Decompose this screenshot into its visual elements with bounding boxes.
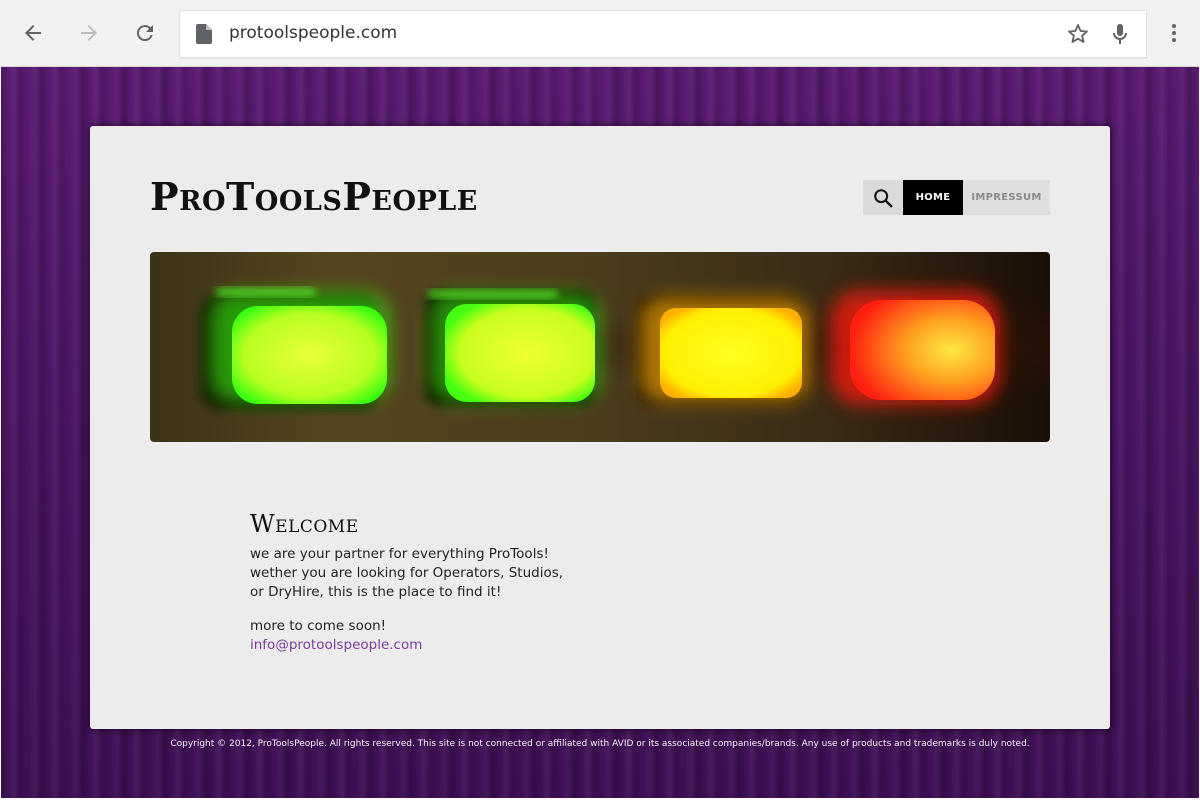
back-button[interactable] [17,17,49,49]
coming-soon-text: more to come soon! [250,618,387,634]
welcome-heading: Welcome [250,510,359,538]
mic-icon[interactable] [1108,22,1132,46]
address-bar[interactable]: protoolspeople.com [179,10,1147,58]
welcome-body: we are your partner for everything ProTo… [250,545,580,655]
site-title[interactable]: ProToolsPeople [150,174,478,219]
forward-arrow-icon [81,25,97,41]
page-viewport: ProToolsPeople HOME IMPRESSUM Welcome we… [1,67,1199,798]
reload-button[interactable] [129,17,161,49]
nav-home[interactable]: HOME [903,180,963,215]
search-button[interactable] [863,180,903,215]
led-buttons-photo [200,288,1000,410]
more-vert-icon [1172,24,1176,42]
browser-toolbar: protoolspeople.com [0,0,1200,67]
header-banner-image [150,252,1050,442]
search-icon [874,188,893,207]
nav-impressum[interactable]: IMPRESSUM [963,180,1050,215]
main-nav: HOME IMPRESSUM [863,180,1050,215]
page-icon [196,24,212,44]
reload-icon [136,25,153,42]
welcome-paragraph: we are your partner for everything ProTo… [250,546,564,600]
forward-button[interactable] [73,17,105,49]
star-icon[interactable] [1066,22,1090,46]
browser-menu-button[interactable] [1162,17,1186,49]
footer-copyright: Copyright © 2012, ProToolsPeople. All ri… [170,739,1030,749]
email-link[interactable]: info@protoolspeople.com [250,637,422,653]
url-text: protoolspeople.com [229,23,398,43]
back-arrow-icon [25,25,41,41]
content-card: ProToolsPeople HOME IMPRESSUM Welcome we… [90,126,1110,729]
